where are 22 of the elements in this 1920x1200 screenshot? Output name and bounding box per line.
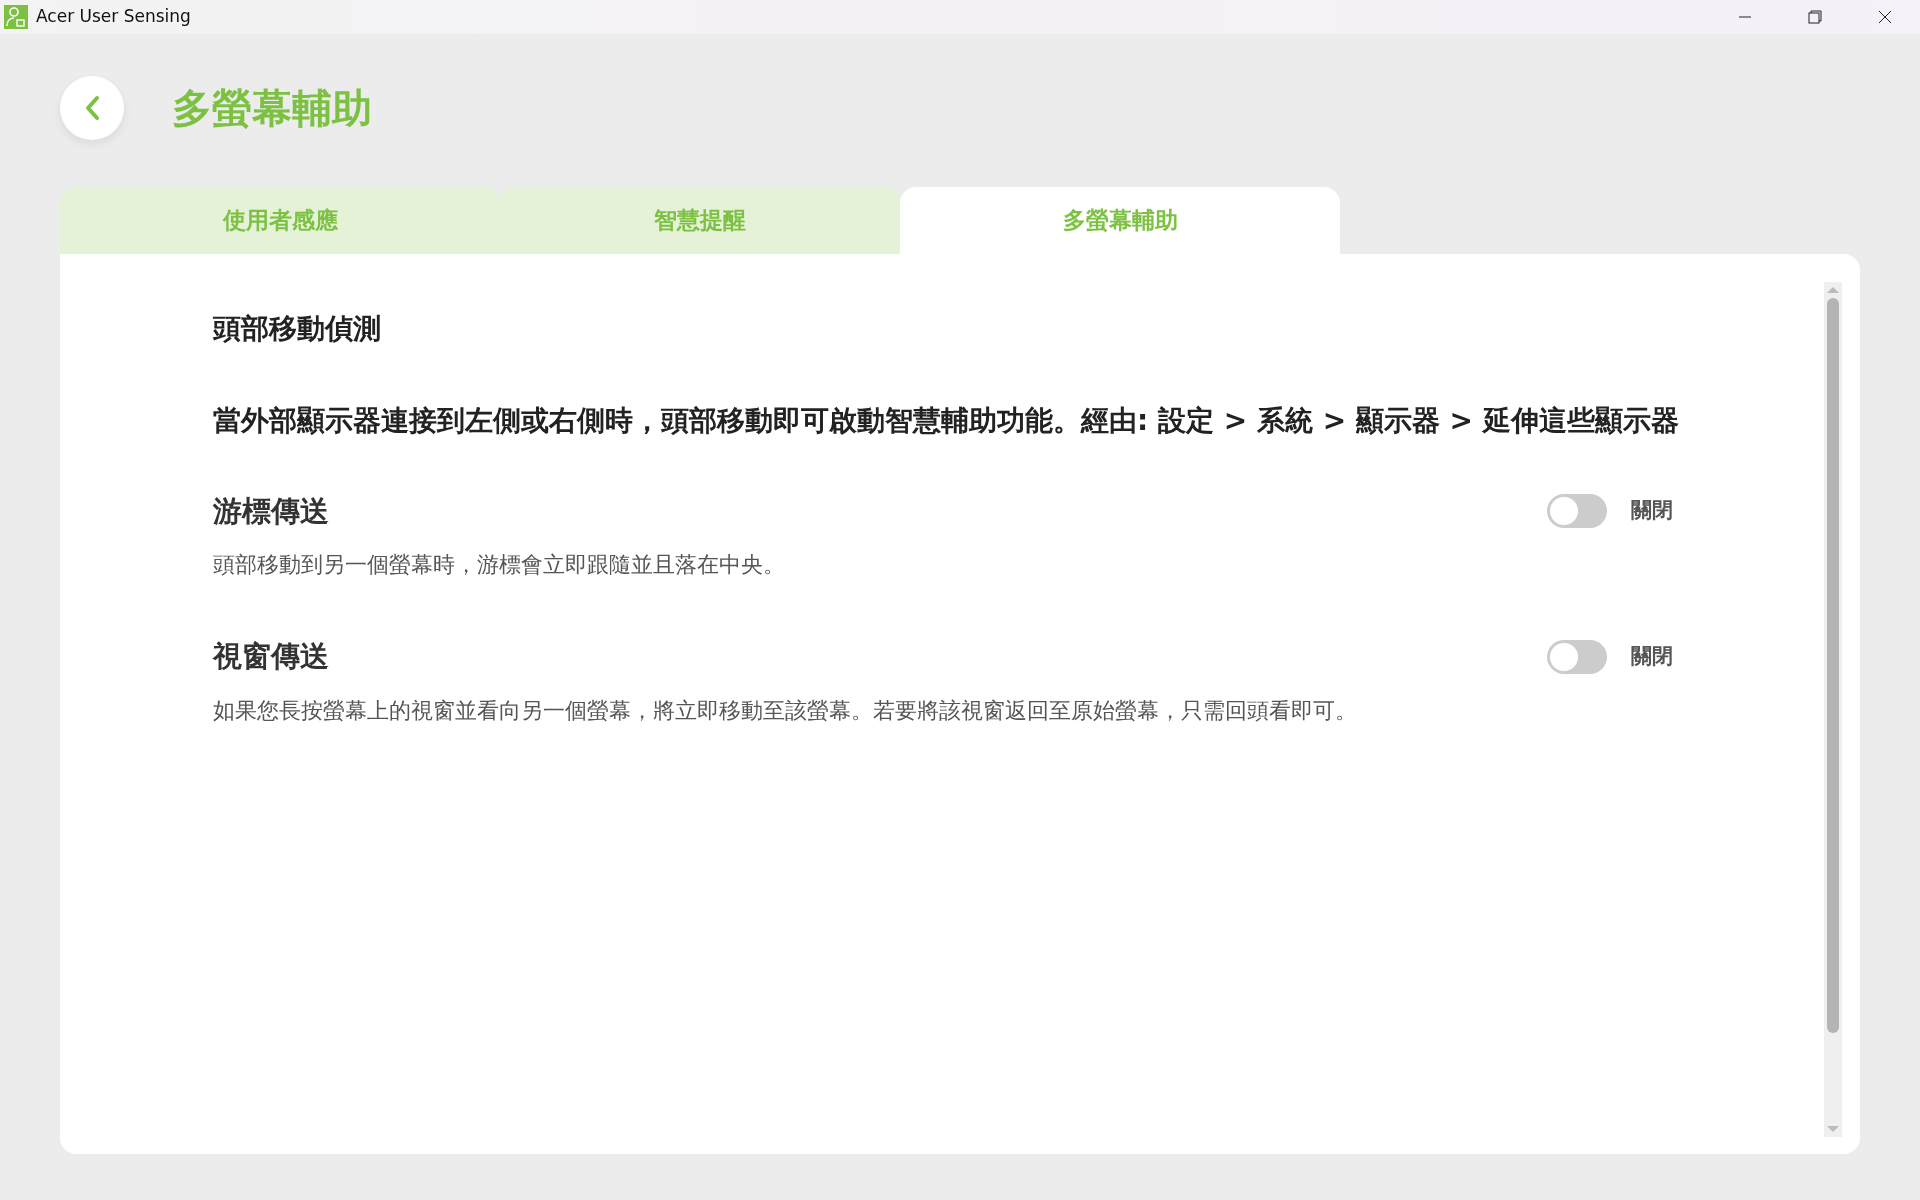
toggle-state-label: 關閉: [1631, 643, 1673, 671]
setting-description: 如果您長按螢幕上的視窗並看向另一個螢幕，將立即移動至該螢幕。若要將該視窗返回至原始螢幕，只需回頭看即可。: [213, 697, 1358, 726]
app-icon: [4, 5, 28, 29]
toggle-switch[interactable]: [1547, 494, 1607, 528]
scroll-up-arrow-icon[interactable]: [1827, 286, 1839, 294]
scrollbar[interactable]: [1824, 282, 1842, 1137]
toggle-switch[interactable]: [1547, 639, 1607, 674]
chevron-left-icon: [83, 95, 101, 121]
restore-icon: [1808, 10, 1822, 24]
setting-title: 游標傳送: [213, 493, 329, 529]
setting-description: 頭部移動到另一個螢幕時，游標會立即跟隨並且落在中央。: [213, 551, 786, 580]
window-title: Acer User Sensing: [36, 5, 191, 29]
toggle-state-label: 關閉: [1631, 497, 1673, 525]
scroll-down-arrow-icon[interactable]: [1827, 1125, 1839, 1133]
section-heading: 頭部移動偵測: [213, 312, 382, 346]
tab[interactable]: 使用者感應: [60, 187, 500, 254]
tab[interactable]: 多螢幕輔助: [900, 187, 1340, 254]
close-icon: [1878, 10, 1892, 24]
setting-title: 視窗傳送: [213, 639, 329, 675]
tab[interactable]: 智慧提醒: [500, 187, 900, 254]
page-title: 多螢幕輔助: [172, 84, 372, 132]
section-description: 當外部顯示器連接到左側或右側時，頭部移動即可啟動智慧輔助功能。經由: 設定 > 系統 > 顯示器 > 延伸這些顯示器: [213, 402, 1680, 439]
